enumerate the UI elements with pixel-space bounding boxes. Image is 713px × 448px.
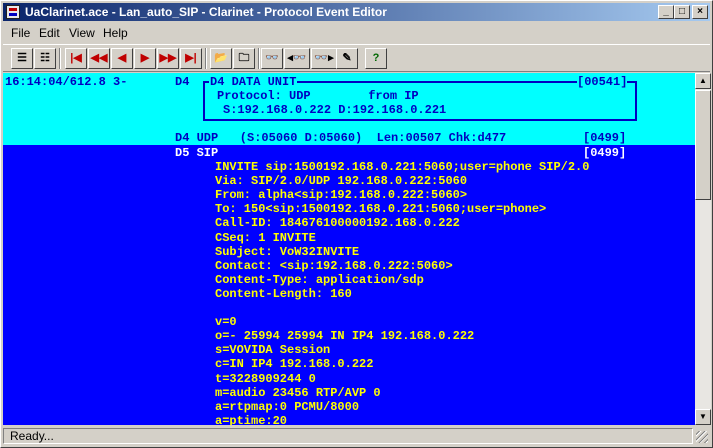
resize-grip[interactable] (696, 431, 708, 443)
menu-bar: File Edit View Help (3, 23, 710, 42)
sip-line: Content-Length: 160 (215, 286, 352, 301)
sip-line: a=ptime:20 (215, 413, 288, 425)
sip-line: Subject: VoW32INVITE (215, 244, 360, 259)
view-detail-icon[interactable]: ☷ (34, 48, 56, 69)
title-bar[interactable]: UaClarinet.ace - Lan_auto_SIP - Clarinet… (3, 3, 710, 21)
maximize-button[interactable]: □ (674, 5, 690, 19)
status-bar: Ready... (3, 427, 710, 445)
sip-line: CSeq: 1 INVITE (215, 230, 316, 245)
vertical-scrollbar[interactable]: ▲ ▼ (695, 73, 711, 425)
scroll-thumb[interactable] (695, 90, 711, 200)
sip-line: v=0 (215, 315, 237, 330)
menu-file[interactable]: File (11, 26, 30, 40)
trace-view[interactable]: 16:14:04/612.8 3- D4 D4 DATA UNIT [00541… (3, 73, 695, 425)
toolbar-separator (258, 48, 260, 69)
sip-line: Contact: <sip:192.168.0.222:5060> (215, 258, 453, 273)
sip-line: Call-ID: 184676100000192.168.0.222 (215, 216, 460, 231)
sip-line: Content-Type: application/sdp (215, 272, 424, 287)
sip-line: m=audio 23456 RTP/AVP 0 (215, 385, 381, 400)
scroll-up-button[interactable]: ▲ (695, 73, 711, 89)
sip-layer-panel: D5 SIP [0499] INVITE sip:1500192.168.0.2… (3, 145, 695, 425)
toolbar: ☰ ☷ |◀ ◀◀ ◀ ▶ ▶▶ ▶| 📂 🗀 👓 ◂👓 👓▸ ✎ ? (3, 44, 710, 72)
scroll-down-button[interactable]: ▼ (695, 409, 711, 425)
address-line: S:192.168.0.222 D:192.168.0.221 (223, 103, 447, 117)
ip-layer-panel: 16:14:04/612.8 3- D4 D4 DATA UNIT [00541… (3, 73, 695, 145)
data-unit-header: D4 DATA UNIT (209, 75, 298, 90)
sip-layer-tag: D5 SIP (175, 146, 219, 160)
edit-icon[interactable]: ✎ (336, 48, 358, 69)
sip-line: INVITE sip:1500192.168.0.221:5060;user=p… (215, 160, 590, 174)
last-event-icon[interactable]: ▶| (180, 48, 202, 69)
app-icon[interactable] (6, 5, 20, 19)
menu-edit[interactable]: Edit (39, 26, 60, 40)
sip-line: Via: SIP/2.0/UDP 192.168.0.222:5060 (215, 174, 468, 189)
udp-line: D4 UDP (S:05060 D:05060) Len:00507 Chk:d… (175, 131, 507, 145)
open-file-icon[interactable]: 🗀 (233, 48, 255, 69)
sip-line: From: alpha<sip:192.168.0.222:5060> (215, 188, 468, 203)
sip-line: t=3228909244 0 (215, 371, 316, 386)
fast-forward-icon[interactable]: ▶▶ (157, 48, 179, 69)
help-icon[interactable]: ? (365, 48, 387, 69)
sip-index: [0499] (583, 146, 627, 160)
find-icon[interactable]: 👓 (261, 48, 283, 69)
status-text: Ready... (3, 428, 693, 444)
udp-index: [0499] (583, 131, 627, 145)
view-list-icon[interactable]: ☰ (11, 48, 33, 69)
close-button[interactable]: × (692, 5, 708, 19)
menu-help[interactable]: Help (103, 26, 128, 40)
data-unit-index: [00541] (577, 75, 628, 90)
minimize-button[interactable]: _ (658, 5, 674, 19)
toolbar-separator (59, 48, 61, 69)
layer-tag: D4 (175, 75, 190, 89)
sip-line: c=IN IP4 192.168.0.222 (215, 357, 374, 372)
timestamp: 16:14:04/612.8 3- (5, 75, 128, 89)
protocol-line: Protocol: UDP from IP (217, 89, 419, 103)
next-icon[interactable]: ▶ (134, 48, 156, 69)
sip-line: To: 150<sip:1500192.168.0.221:5060;user=… (215, 202, 547, 217)
find-next-icon[interactable]: 👓▸ (311, 48, 337, 69)
sip-line: o=- 25994 25994 IN IP4 192.168.0.222 (215, 329, 475, 344)
sip-line: s=VOVIDA Session (215, 343, 331, 358)
fast-back-icon[interactable]: ◀◀ (88, 48, 110, 69)
open-folder-icon[interactable]: 📂 (210, 48, 232, 69)
menu-view[interactable]: View (69, 26, 95, 40)
main-window: UaClarinet.ace - Lan_auto_SIP - Clarinet… (0, 0, 713, 448)
toolbar-separator (205, 48, 207, 69)
prev-icon[interactable]: ◀ (111, 48, 133, 69)
sip-line: a=rtpmap:0 PCMU/8000 (215, 399, 360, 414)
window-title: UaClarinet.ace - Lan_auto_SIP - Clarinet… (25, 5, 387, 19)
find-prev-icon[interactable]: ◂👓 (284, 48, 310, 69)
first-event-icon[interactable]: |◀ (65, 48, 87, 69)
